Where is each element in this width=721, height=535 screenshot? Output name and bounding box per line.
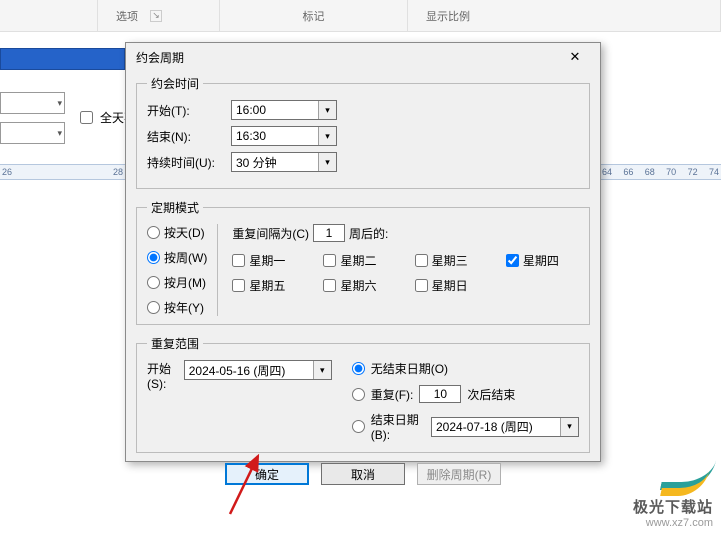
radio-no-end-date[interactable]: 无结束日期(O) — [352, 360, 579, 377]
watermark-url: www.xz7.com — [633, 517, 713, 529]
dialog-buttons: 确定 取消 删除周期(R) — [136, 463, 590, 485]
chevron-down-icon[interactable]: ▾ — [560, 418, 578, 436]
end-by-input[interactable] — [432, 418, 560, 436]
ruler-tick: 28 — [113, 167, 123, 179]
start-time-input[interactable] — [232, 101, 318, 119]
end-after-input[interactable] — [419, 385, 461, 403]
ribbon: 选项 ↘ 标记 显示比例 — [0, 0, 721, 32]
group-appointment-time: 约会时间 开始(T): ▾ 结束(N): ▾ 持续时间(U): ▾ — [136, 75, 590, 189]
close-button[interactable]: ✕ — [558, 47, 592, 67]
ruler-tick: 64 — [602, 167, 612, 179]
legend-time: 约会时间 — [147, 75, 203, 92]
background-combos: ▾ ▾ — [0, 92, 65, 152]
duration-input[interactable] — [232, 153, 318, 171]
chk-friday[interactable]: 星期五 — [232, 277, 305, 294]
ruler-right: 64 66 68 70 72 74 — [600, 164, 721, 180]
duration-combo[interactable]: ▾ — [231, 152, 337, 172]
chk-tuesday[interactable]: 星期二 — [323, 252, 396, 269]
ruler-tick: 70 — [666, 167, 676, 179]
combo-fragment[interactable]: ▾ — [0, 122, 65, 144]
watermark: 极光下载站 www.xz7.com — [633, 466, 713, 529]
watermark-logo-icon — [657, 466, 713, 496]
pattern-frequency-radios: 按天(D) 按周(W) 按月(M) 按年(Y) — [147, 224, 218, 316]
radio-end-after[interactable]: 重复(F): 次后结束 — [352, 385, 579, 403]
radio-weekly[interactable]: 按周(W) — [147, 249, 207, 266]
chk-thursday[interactable]: 星期四 — [506, 252, 579, 269]
ribbon-group-label: 标记 — [303, 8, 325, 24]
remove-recurrence-button: 删除周期(R) — [417, 463, 501, 485]
ruler-left: 26 28 — [0, 164, 125, 180]
ribbon-group-label: 显示比例 — [426, 8, 470, 24]
chk-wednesday[interactable]: 星期三 — [415, 252, 488, 269]
close-icon: ✕ — [570, 49, 581, 65]
all-day-input[interactable] — [80, 111, 93, 124]
radio-daily[interactable]: 按天(D) — [147, 224, 207, 241]
ok-button[interactable]: 确定 — [225, 463, 309, 485]
chk-saturday[interactable]: 星期六 — [323, 277, 396, 294]
ribbon-group-options[interactable]: 选项 ↘ — [98, 0, 220, 31]
radio-yearly[interactable]: 按年(Y) — [147, 299, 207, 316]
group-range: 重复范围 开始(S): ▾ 无结束日期(O) 重复( — [136, 335, 590, 453]
legend-range: 重复范围 — [147, 335, 203, 352]
recur-every-label: 重复间隔为(C) — [232, 225, 309, 242]
range-start-label: 开始(S): — [147, 360, 180, 391]
cancel-button[interactable]: 取消 — [321, 463, 405, 485]
end-label: 结束(N): — [147, 128, 225, 145]
ribbon-group-label: 选项 — [116, 8, 138, 24]
dialog-title: 约会周期 — [136, 49, 184, 66]
recur-every-input[interactable] — [313, 224, 345, 242]
dialog-content: 约会时间 开始(T): ▾ 结束(N): ▾ 持续时间(U): ▾ — [126, 71, 600, 493]
combo-fragment[interactable]: ▾ — [0, 92, 65, 114]
radio-monthly[interactable]: 按月(M) — [147, 274, 207, 291]
chevron-down-icon[interactable]: ▾ — [318, 127, 336, 145]
titlebar: 约会周期 ✕ — [126, 43, 600, 71]
chevron-down-icon: ▾ — [57, 98, 62, 109]
duration-label: 持续时间(U): — [147, 154, 225, 171]
dialog-launcher-icon[interactable]: ↘ — [150, 10, 162, 22]
chevron-down-icon: ▾ — [57, 128, 62, 139]
legend-pattern: 定期模式 — [147, 199, 203, 216]
group-recurrence-pattern: 定期模式 按天(D) 按周(W) 按月(M) 按年(Y) 重复间隔为(C) 周后… — [136, 199, 590, 325]
ribbon-spacer — [0, 0, 98, 31]
ribbon-group-zoom[interactable]: 显示比例 — [408, 0, 721, 31]
ruler-tick: 66 — [623, 167, 633, 179]
radio-end-by[interactable]: 结束日期(B): ▾ — [352, 411, 579, 442]
range-start-combo[interactable]: ▾ — [184, 360, 332, 380]
range-start-input[interactable] — [185, 361, 313, 379]
start-time-combo[interactable]: ▾ — [231, 100, 337, 120]
chevron-down-icon[interactable]: ▾ — [318, 101, 336, 119]
watermark-text: 极光下载站 — [633, 496, 713, 517]
end-time-combo[interactable]: ▾ — [231, 126, 337, 146]
chevron-down-icon[interactable]: ▾ — [313, 361, 331, 379]
recurrence-dialog: 约会周期 ✕ 约会时间 开始(T): ▾ 结束(N): ▾ — [125, 42, 601, 462]
ruler-tick: 74 — [709, 167, 719, 179]
selected-row-bar — [0, 48, 125, 70]
end-by-combo[interactable]: ▾ — [431, 417, 579, 437]
ruler-tick: 72 — [688, 167, 698, 179]
chk-monday[interactable]: 星期一 — [232, 252, 305, 269]
start-label: 开始(T): — [147, 102, 225, 119]
weekly-options: 重复间隔为(C) 周后的: 星期一 星期二 星期三 星期四 星期五 星期六 星期… — [218, 224, 579, 316]
ruler-tick: 26 — [2, 167, 12, 179]
ruler-tick: 68 — [645, 167, 655, 179]
end-time-input[interactable] — [232, 127, 318, 145]
recur-every-suffix: 周后的: — [349, 225, 388, 242]
chevron-down-icon[interactable]: ▾ — [318, 153, 336, 171]
ribbon-group-tags[interactable]: 标记 — [220, 0, 408, 31]
chk-sunday[interactable]: 星期日 — [415, 277, 488, 294]
